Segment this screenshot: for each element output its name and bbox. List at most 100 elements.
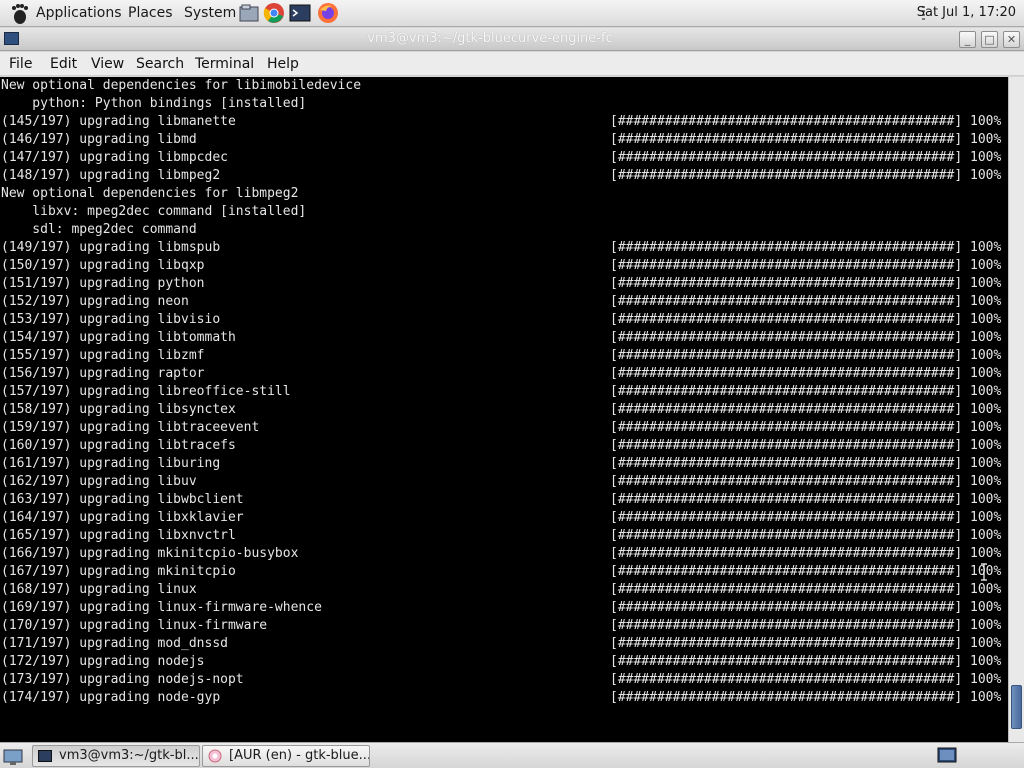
progress-bar-text: [#######################################… <box>610 330 1002 345</box>
progress-bar-text: [#######################################… <box>610 564 1002 579</box>
terminal-line: (158/197) upgrading libsynctex <box>1 402 236 417</box>
terminal-icon <box>38 750 52 762</box>
terminal-line: python: Python bindings [installed] <box>1 96 307 111</box>
terminal-line: (159/197) upgrading libtraceevent <box>1 420 260 435</box>
window-title: vm3@vm3:~/gtk-bluecurve-engine-fc <box>367 31 613 46</box>
progress-bar-text: [#######################################… <box>610 240 1002 255</box>
progress-bar-text: [#######################################… <box>610 474 1002 489</box>
minimize-button[interactable]: _ <box>959 31 976 48</box>
files-icon[interactable] <box>238 2 260 24</box>
terminal-line: (171/197) upgrading mod_dnssd <box>1 636 228 651</box>
terminal-line: (155/197) upgrading libzmf <box>1 348 205 363</box>
terminal-line: (167/197) upgrading mkinitcpio <box>1 564 236 579</box>
progress-bar-text: [#######################################… <box>610 168 1002 183</box>
progress-bar-text: [#######################################… <box>610 618 1002 633</box>
terminal-line: (170/197) upgrading linux-firmware <box>1 618 268 633</box>
terminal-line: (153/197) upgrading libvisio <box>1 312 221 327</box>
terminal-line: libxv: mpeg2dec command [installed] <box>1 204 307 219</box>
progress-bar-text: [#######################################… <box>610 312 1002 327</box>
firefox-icon[interactable] <box>317 2 339 24</box>
terminal-line: (162/197) upgrading libuv <box>1 474 197 489</box>
terminal-line: (166/197) upgrading mkinitcpio-busybox <box>1 546 299 561</box>
maximize-button[interactable]: □ <box>981 31 998 48</box>
terminal-line: (163/197) upgrading libwbclient <box>1 492 244 507</box>
places-menu[interactable]: Places <box>128 5 173 21</box>
applications-menu[interactable]: Applications <box>36 5 122 21</box>
system-menu[interactable]: System <box>184 5 236 21</box>
close-button[interactable]: ✕ <box>1003 31 1020 48</box>
taskbar-item-browser[interactable]: [AUR (en) - gtk-blue... <box>202 745 370 767</box>
progress-bar-text: [#######################################… <box>610 132 1002 147</box>
browser-icon <box>208 749 222 763</box>
progress-bar-text: [#######################################… <box>610 672 1002 687</box>
progress-bar-text: [#######################################… <box>610 438 1002 453</box>
terminal-line: (173/197) upgrading nodejs-nopt <box>1 672 244 687</box>
bottom-panel: vm3@vm3:~/gtk-bl... [AUR (en) - gtk-blue… <box>0 742 1024 768</box>
ibeam-cursor-icon <box>981 563 987 581</box>
progress-bar-text: [#######################################… <box>610 600 1002 615</box>
progress-bar-text: [#######################################… <box>610 348 1002 363</box>
terminal-line: (148/197) upgrading libmpeg2 <box>1 168 221 183</box>
terminal-line: (165/197) upgrading libxnvctrl <box>1 528 236 543</box>
menu-view[interactable]: View <box>91 56 124 72</box>
progress-bar-text: [#######################################… <box>610 420 1002 435</box>
progress-bar-text: [#######################################… <box>610 114 1002 129</box>
terminal-line: (174/197) upgrading node-gyp <box>1 690 221 705</box>
clock[interactable]: Sat Jul 1, 17:20 <box>917 5 1016 20</box>
taskbar-item-terminal[interactable]: vm3@vm3:~/gtk-bl... <box>32 745 200 767</box>
gnome-foot-icon[interactable] <box>8 3 30 25</box>
terminal-line: (157/197) upgrading libreoffice-still <box>1 384 291 399</box>
terminal-line: (154/197) upgrading libtommath <box>1 330 236 345</box>
progress-bar-text: [#######################################… <box>610 258 1002 273</box>
terminal-line: (172/197) upgrading nodejs <box>1 654 205 669</box>
terminal-line: (161/197) upgrading liburing <box>1 456 221 471</box>
progress-bar-text: [#######################################… <box>610 636 1002 651</box>
menu-search[interactable]: Search <box>136 56 184 72</box>
progress-bar-text: [#######################################… <box>610 294 1002 309</box>
window-titlebar[interactable]: vm3@vm3:~/gtk-bluecurve-engine-fc _ □ ✕ <box>0 28 1024 51</box>
top-panel: Applications Places System Sat Jul 1, 17… <box>0 0 1024 27</box>
network-tray-icon[interactable] <box>937 746 957 766</box>
terminal-line: New optional dependencies for libimobile… <box>1 78 362 93</box>
show-desktop-icon[interactable] <box>2 745 24 767</box>
progress-bar-text: [#######################################… <box>610 546 1002 561</box>
progress-bar-text: [#######################################… <box>610 582 1002 597</box>
menubar: File Edit View Search Terminal Help <box>0 52 1024 76</box>
menu-terminal[interactable]: Terminal <box>195 56 254 72</box>
progress-bar-text: [#######################################… <box>610 690 1002 705</box>
progress-bar-text: [#######################################… <box>610 456 1002 471</box>
menu-edit[interactable]: Edit <box>50 56 77 72</box>
terminal-line: (152/197) upgrading neon <box>1 294 189 309</box>
progress-bar-text: [#######################################… <box>610 402 1002 417</box>
terminal-line: (146/197) upgrading libmd <box>1 132 197 147</box>
terminal-line: (151/197) upgrading python <box>1 276 205 291</box>
terminal-line: (150/197) upgrading libqxp <box>1 258 205 273</box>
progress-bar-text: [#######################################… <box>610 276 1002 291</box>
progress-bar-text: [#######################################… <box>610 366 1002 381</box>
terminal-scrollbar[interactable] <box>1008 77 1024 742</box>
terminal-line: (145/197) upgrading libmanette <box>1 114 236 129</box>
terminal-line: (149/197) upgrading libmspub <box>1 240 221 255</box>
terminal-line: (147/197) upgrading libmpcdec <box>1 150 228 165</box>
terminal-line: sdl: mpeg2dec command <box>1 222 197 237</box>
menu-file[interactable]: File <box>9 56 32 72</box>
terminal-line: (168/197) upgrading linux <box>1 582 197 597</box>
scrollbar-thumb[interactable] <box>1011 685 1022 729</box>
terminal-output[interactable]: New optional dependencies for libimobile… <box>0 77 1008 742</box>
taskbar-item-label: vm3@vm3:~/gtk-bl... <box>59 748 199 763</box>
progress-bar-text: [#######################################… <box>610 510 1002 525</box>
terminal-line: (160/197) upgrading libtracefs <box>1 438 236 453</box>
taskbar-item-label: [AUR (en) - gtk-blue... <box>229 748 370 763</box>
chrome-icon[interactable] <box>263 2 285 24</box>
terminal-line: (169/197) upgrading linux-firmware-whenc… <box>1 600 322 615</box>
progress-bar-text: [#######################################… <box>610 150 1002 165</box>
menu-help[interactable]: Help <box>267 56 299 72</box>
progress-bar-text: [#######################################… <box>610 384 1002 399</box>
terminal-icon[interactable] <box>289 2 311 24</box>
progress-bar-text: [#######################################… <box>610 492 1002 507</box>
terminal-line: (156/197) upgrading raptor <box>1 366 205 381</box>
terminal-line: (164/197) upgrading libxklavier <box>1 510 244 525</box>
terminal-line: New optional dependencies for libmpeg2 <box>1 186 299 201</box>
progress-bar-text: [#######################################… <box>610 654 1002 669</box>
progress-bar-text: [#######################################… <box>610 528 1002 543</box>
